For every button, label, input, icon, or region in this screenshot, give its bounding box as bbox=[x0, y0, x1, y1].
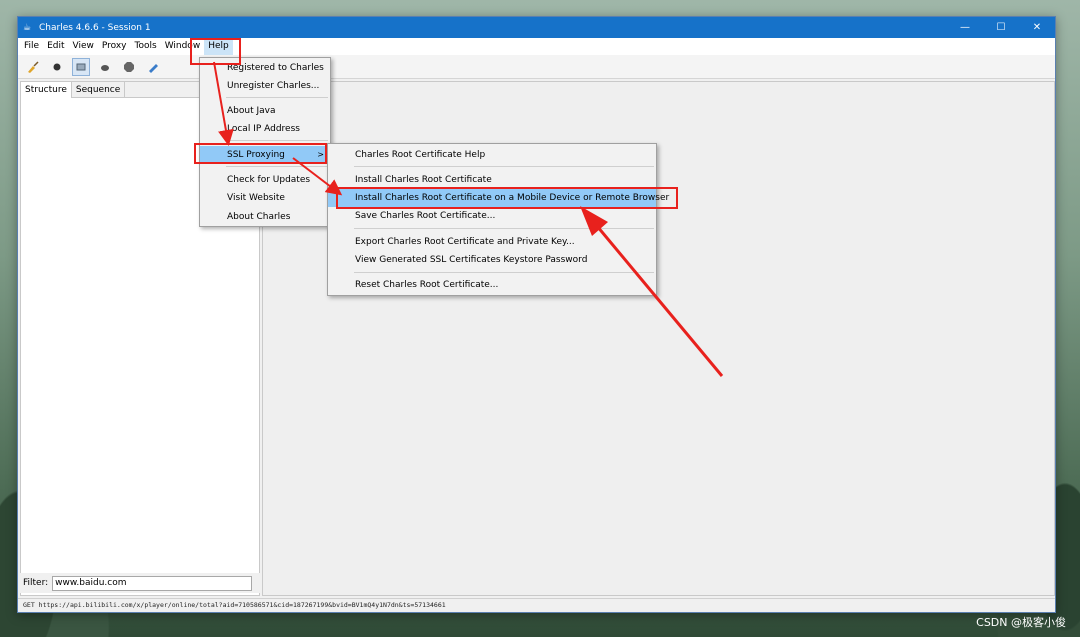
arrow-pointer-line bbox=[585, 213, 724, 377]
arrow-pointer-head bbox=[580, 206, 608, 236]
arrow-help-to-ssl bbox=[213, 61, 234, 146]
watermark: CSDN @极客小俊 bbox=[976, 616, 1066, 629]
annotation-arrows bbox=[213, 61, 724, 377]
arrow-ssl-to-submenu bbox=[292, 157, 343, 196]
